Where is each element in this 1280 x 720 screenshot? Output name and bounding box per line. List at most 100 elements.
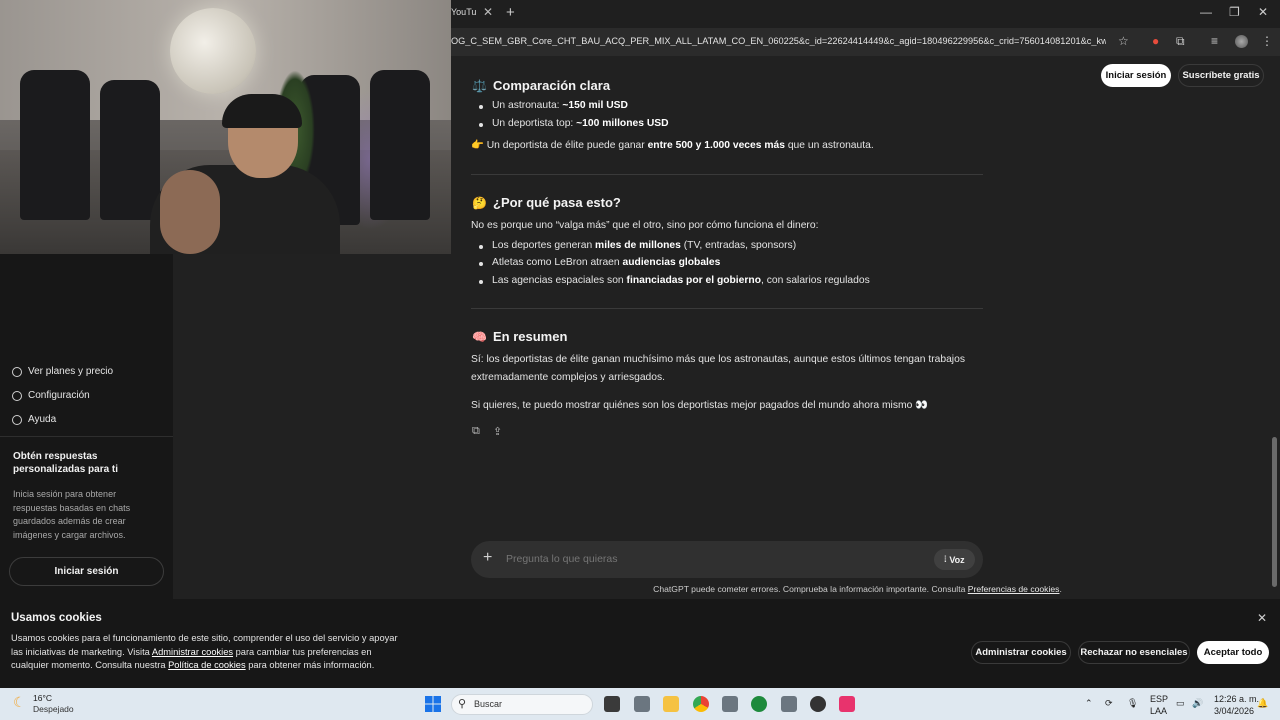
manage-cookies-button[interactable]: Administrar cookies: [971, 641, 1071, 664]
summary-line-2: extremadamente complejos y arriesgados.: [471, 372, 666, 383]
bullet-text: Un deportista top:: [492, 118, 577, 129]
voice-button[interactable]: ⦙ Voz: [934, 549, 975, 570]
promo-title: Obtén respuestas personalizadas para ti: [13, 451, 119, 475]
search-icon: ⚲: [458, 698, 467, 710]
weather-temp[interactable]: 16°C: [33, 693, 52, 703]
microphone-icon[interactable]: 🎙: [1127, 698, 1138, 709]
promo-text: Inicia sesión para obtener respuestas ba…: [13, 489, 131, 540]
media-control-icon[interactable]: ≡: [1211, 34, 1218, 48]
scrollbar-thumb[interactable]: [1272, 437, 1277, 587]
app-icon[interactable]: [781, 696, 797, 712]
bullet-text: , con salarios regulados: [760, 275, 870, 286]
bullet-bold: audiencias globales: [622, 257, 721, 268]
list-item: Un deportista top: ~100 millones USD: [479, 118, 669, 129]
app-icon[interactable]: [810, 696, 826, 712]
thinking-face-icon: 🤔: [472, 195, 487, 210]
windows-start-icon[interactable]: [425, 696, 441, 712]
para-text: que un astronauta.: [784, 140, 874, 151]
sidebar-item-help[interactable]: Ayuda: [12, 414, 56, 425]
app-icon[interactable]: [634, 696, 650, 712]
url-text[interactable]: OG_C_SEM_GBR_Core_CHT_BAU_ACQ_PER_MIX_AL…: [451, 36, 1106, 46]
sidebar-login-button[interactable]: Iniciar sesión: [9, 557, 164, 586]
pointing-hand-icon: 👉: [471, 140, 484, 151]
weather-desc[interactable]: Despejado: [33, 704, 74, 714]
followup-paragraph: Si quieres, te puedo mostrar quiénes son…: [471, 400, 928, 411]
language-top[interactable]: ESP: [1150, 694, 1168, 704]
bullet-bold: ~150 mil USD: [562, 100, 628, 111]
extension-badge-icon[interactable]: ●: [1152, 34, 1159, 48]
minimize-icon[interactable]: —: [1200, 5, 1212, 19]
tab-bar: [451, 0, 1280, 28]
sidebar-item-plans[interactable]: Ver planes y precio: [12, 366, 113, 377]
reject-cookies-button[interactable]: Rechazar no esenciales: [1078, 641, 1190, 664]
manage-cookies-link[interactable]: Administrar cookies: [152, 647, 233, 657]
summary-line-1: Sí: los deportistas de élite ganan muchí…: [471, 354, 965, 365]
close-window-icon[interactable]: ✕: [1258, 5, 1268, 19]
list-item: Los deportes generan miles de millones (…: [478, 240, 797, 251]
search-placeholder: Buscar: [474, 699, 503, 709]
menu-icon[interactable]: ⋮: [1261, 34, 1273, 48]
close-icon[interactable]: ✕: [1257, 611, 1267, 625]
clock-date[interactable]: 3/04/2026: [1214, 706, 1254, 716]
divider: [471, 308, 983, 309]
bullet-bold: miles de millones: [595, 240, 681, 251]
disclaimer-text: ChatGPT puede cometer errores. Comprueba…: [653, 584, 968, 594]
sidebar-item-label: Ayuda: [28, 414, 57, 425]
intro-paragraph: No es porque uno “valga más” que el otro…: [471, 220, 819, 231]
bookmark-star-icon[interactable]: ☆: [1118, 34, 1129, 48]
sync-icon[interactable]: ⟳: [1105, 698, 1113, 709]
section-heading: ⚖️ Comparación clara: [472, 78, 610, 93]
task-view-icon[interactable]: [604, 696, 620, 712]
tab-title[interactable]: YouTu: [451, 7, 479, 17]
accept-cookies-button[interactable]: Aceptar todo: [1197, 641, 1269, 664]
cookie-body: para obtener más información.: [245, 660, 375, 670]
prompt-input[interactable]: [506, 553, 906, 565]
cookie-text: Usamos cookies para el funcionamiento de…: [11, 632, 401, 673]
subscribe-button[interactable]: Suscríbete gratis: [1178, 64, 1264, 87]
bullet-text: Las agencias espaciales son: [492, 275, 627, 286]
network-icon[interactable]: ▭: [1176, 698, 1185, 709]
cookie-policy-link[interactable]: Política de cookies: [168, 660, 246, 670]
heading-text: ¿Por qué pasa esto?: [493, 195, 621, 210]
bullet-text: (TV, entradas, sponsors): [680, 240, 797, 251]
plus-icon[interactable]: +: [483, 549, 492, 567]
disclaimer: ChatGPT puede cometer errores. Comprueba…: [451, 584, 1264, 594]
webcam-overlay: [0, 0, 451, 254]
app-icon[interactable]: [722, 696, 738, 712]
tab-close-icon[interactable]: ✕: [483, 5, 493, 19]
file-explorer-icon[interactable]: [663, 696, 679, 712]
para-bold: entre 500 y 1.000 veces más: [647, 140, 785, 151]
notification-icon[interactable]: 🔔: [1257, 698, 1268, 709]
moon-lamp: [170, 8, 256, 94]
login-button[interactable]: Iniciar sesión: [1101, 64, 1171, 87]
share-icon[interactable]: ⇪: [493, 425, 502, 438]
conclusion-paragraph: 👉 Un deportista de élite puede ganar ent…: [471, 137, 874, 155]
tiktok-icon[interactable]: [839, 696, 855, 712]
taskbar-search[interactable]: [451, 694, 593, 715]
list-item: Un astronauta: ~150 mil USD: [479, 100, 628, 111]
cookie-preferences-link[interactable]: Preferencias de cookies: [968, 584, 1060, 594]
language-bottom[interactable]: LAA: [1150, 706, 1167, 716]
sidebar-item-label: Ver planes y precio: [28, 366, 114, 377]
chrome-icon[interactable]: [693, 696, 709, 712]
chevron-up-icon[interactable]: ⌃: [1085, 698, 1093, 709]
profile-avatar[interactable]: [1235, 35, 1248, 48]
upwork-icon[interactable]: [751, 696, 767, 712]
restore-icon[interactable]: ❐: [1229, 5, 1240, 19]
heading-text: Comparación clara: [493, 78, 611, 93]
para-text: Un deportista de élite puede ganar: [486, 140, 648, 151]
section-heading: 🤔 ¿Por qué pasa esto?: [472, 195, 621, 210]
moon-weather-icon[interactable]: ☾: [13, 694, 26, 711]
bullet-text: Un astronauta:: [492, 100, 563, 111]
disclaimer-text: .: [1059, 584, 1062, 594]
sidebar-divider: [0, 436, 173, 437]
volume-icon[interactable]: 🔊: [1192, 698, 1203, 709]
extensions-icon[interactable]: ⧉: [1176, 34, 1185, 49]
cookie-title: Usamos cookies: [11, 612, 102, 624]
sidebar-item-settings[interactable]: Configuración: [12, 390, 90, 401]
list-item: Atletas como LeBron atraen audiencias gl…: [478, 257, 721, 268]
bullet-text: Atletas como LeBron atraen: [492, 257, 623, 268]
copy-icon[interactable]: ⧉: [472, 425, 480, 438]
new-tab-icon[interactable]: +: [506, 4, 515, 21]
clock-time[interactable]: 12:26 a. m.: [1214, 694, 1259, 704]
